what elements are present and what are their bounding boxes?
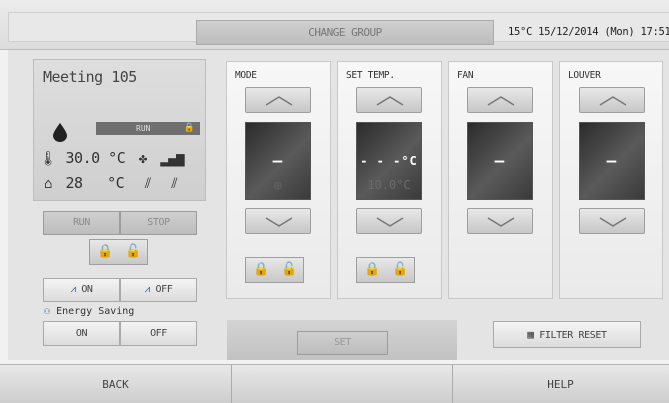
run-button[interactable]: RUN xyxy=(43,211,120,235)
change-group-button[interactable]: CHANGE GROUP xyxy=(196,20,494,45)
outdoor-temp-row: ⌂ 28 °C ⫽ ⫽ xyxy=(39,174,183,192)
chevron-up-icon xyxy=(376,96,404,106)
eco-graph-icon: ⩘ xyxy=(70,284,76,295)
eco-off-label: OFF xyxy=(155,284,173,295)
eco-graph-icon: ⩘ xyxy=(144,284,151,295)
eco-off-button[interactable]: ⩘ OFF xyxy=(120,278,197,302)
louver-title: LOUVER xyxy=(568,70,601,81)
group-name: Meeting 105 xyxy=(43,68,137,86)
eco-on-label: ON xyxy=(81,284,93,295)
outdoor-temp-value: 28 xyxy=(65,174,84,192)
datetime-readout: 15°C 15/12/2014 (Mon) 17:51 xyxy=(508,26,669,38)
lock-icon[interactable]: 🔒 xyxy=(359,262,386,277)
filter-reset-label: FILTER RESET xyxy=(539,330,607,341)
fan-value: — xyxy=(494,151,506,170)
back-button[interactable]: BACK xyxy=(0,365,231,403)
filter-icon: ▦ xyxy=(527,328,534,341)
louver-display: — xyxy=(579,122,645,200)
house-icon: ⌂ xyxy=(44,176,52,192)
louver-up-button[interactable] xyxy=(579,87,645,113)
mode-display: — ◎ xyxy=(245,122,311,200)
mode-up-button[interactable] xyxy=(245,87,311,113)
louver-down-button[interactable] xyxy=(579,208,645,234)
louver-value: — xyxy=(606,151,618,170)
run-lock-toggle: 🔒 🔓 xyxy=(89,239,148,265)
stop-button[interactable]: STOP xyxy=(120,211,197,235)
plug-icon: ⚇ xyxy=(44,306,51,317)
set-temp-display: - - -°C 10.0°C xyxy=(356,122,422,200)
divider xyxy=(231,365,232,403)
energy-saving-on-button[interactable]: ON xyxy=(43,321,120,346)
bottom-bar: BACK HELP xyxy=(0,364,669,403)
louver-swing-icon: ⫽ xyxy=(171,176,178,192)
status-panel: Meeting 105 RUN 🔒 🌡 30.0 °C ✤ ▂▄▆ ⌂ 28 °… xyxy=(33,59,206,201)
water-drop-icon xyxy=(53,123,67,142)
lock-icon[interactable]: 🔒 xyxy=(92,244,119,259)
filter-reset-button[interactable]: ▦ FILTER RESET xyxy=(493,321,641,348)
chevron-down-icon xyxy=(376,217,404,227)
mode-lock-toggle: 🔒 🔓 xyxy=(245,257,304,283)
fan-icon: ✤ xyxy=(138,151,147,167)
set-temp-down-button[interactable] xyxy=(356,208,422,234)
fan-speed-icon: ▂▄▆ xyxy=(160,151,185,167)
fan-up-button[interactable] xyxy=(467,87,533,113)
fan-down-button[interactable] xyxy=(467,208,533,234)
louver-icon: ⫽ xyxy=(144,176,151,192)
chevron-down-icon xyxy=(487,217,515,227)
set-temp-up-button[interactable] xyxy=(356,87,422,113)
set-button[interactable]: SET xyxy=(297,331,388,355)
energy-saving-off-button[interactable]: OFF xyxy=(120,321,197,346)
energy-saving-heading: ⚇ Energy Saving xyxy=(44,306,134,317)
set-temp-ghost: 10.0°C xyxy=(367,178,411,192)
fan-display: — xyxy=(467,122,533,200)
room-temp-value: 30.0 °C xyxy=(65,149,126,167)
chevron-up-icon xyxy=(599,96,627,106)
energy-saving-label: Energy Saving xyxy=(56,306,135,317)
chevron-down-icon xyxy=(265,217,293,227)
chevron-up-icon xyxy=(487,96,515,106)
chevron-up-icon xyxy=(265,96,293,106)
fan-title: FAN xyxy=(457,70,474,81)
set-temp-title: SET TEMP. xyxy=(346,70,395,81)
screen: CHANGE GROUP 15°C 15/12/2014 (Mon) 17:51… xyxy=(0,0,669,403)
set-temp-lock-toggle: 🔒 🔓 xyxy=(356,257,415,283)
chevron-down-icon xyxy=(599,217,627,227)
lock-icon: 🔒 xyxy=(183,123,195,133)
eco-on-button[interactable]: ⩘ ON xyxy=(43,278,120,302)
run-status-badge: RUN 🔒 xyxy=(96,122,200,135)
mode-value: — xyxy=(272,151,284,170)
unlock-icon[interactable]: 🔓 xyxy=(276,262,303,277)
lock-icon[interactable]: 🔒 xyxy=(248,262,275,277)
mode-ghost-icon: ◎ xyxy=(274,178,282,192)
mode-down-button[interactable] xyxy=(245,208,311,234)
outdoor-temp-unit: °C xyxy=(107,174,125,192)
thermometer-icon: 🌡 xyxy=(39,151,57,167)
unlock-icon[interactable]: 🔓 xyxy=(120,244,147,259)
help-button[interactable]: HELP xyxy=(452,365,669,403)
run-status-text: RUN xyxy=(136,124,151,133)
unlock-icon[interactable]: 🔓 xyxy=(387,262,414,277)
mode-title: MODE xyxy=(235,70,257,81)
set-temp-value: - - -°C xyxy=(360,154,418,168)
room-temp-row: 🌡 30.0 °C ✤ ▂▄▆ xyxy=(39,149,185,167)
